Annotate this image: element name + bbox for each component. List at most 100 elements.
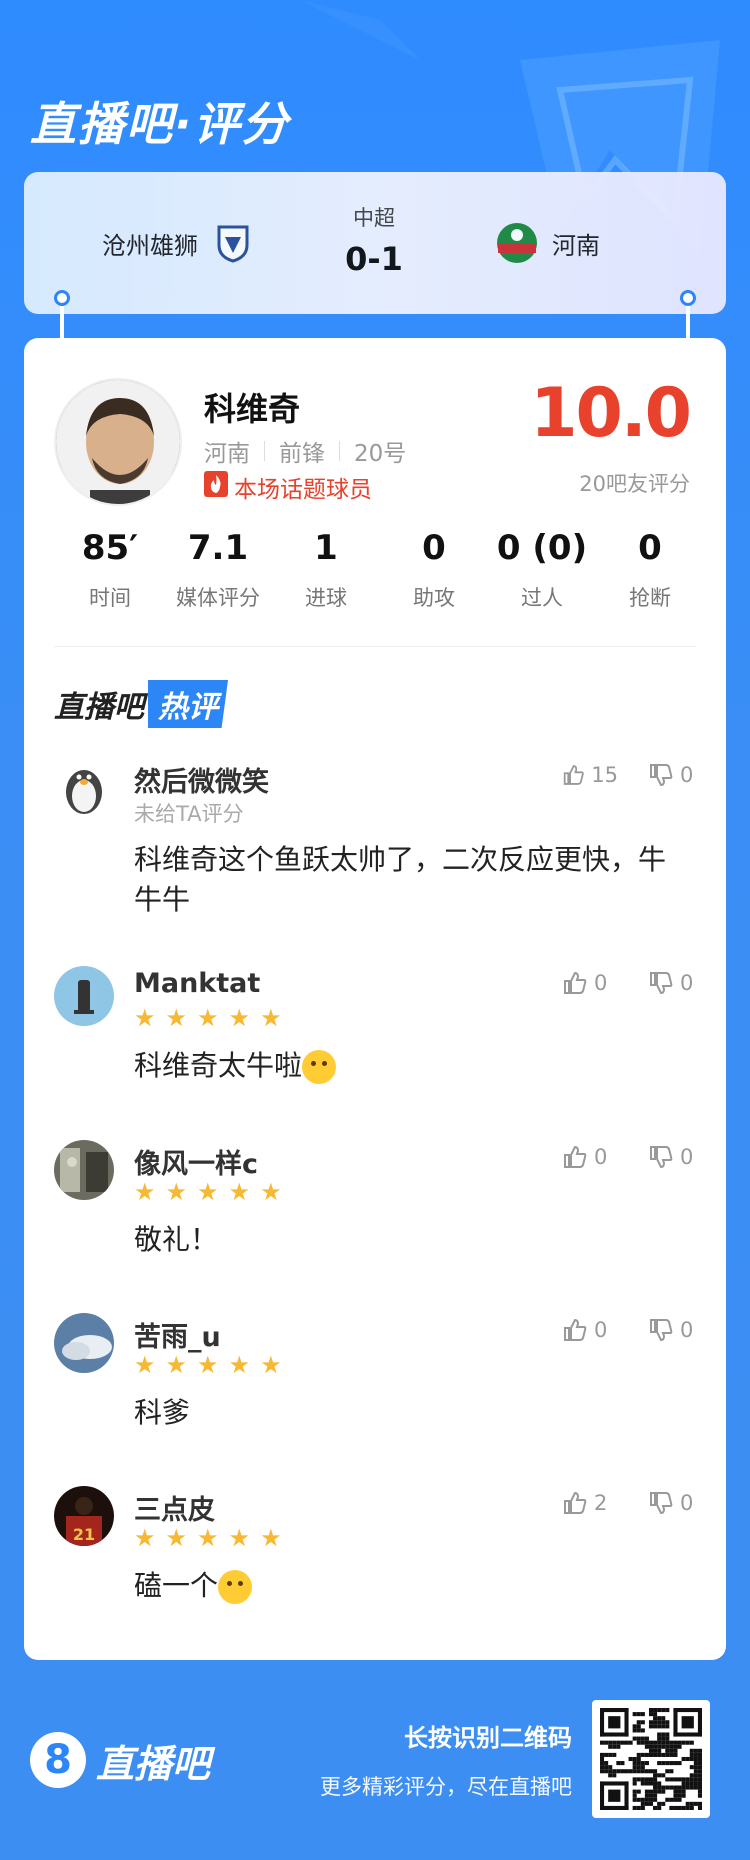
like-count: 0: [594, 1318, 608, 1342]
user-avatar[interactable]: [54, 966, 114, 1026]
comment-item: 像风一样c ★ ★ ★ ★ ★ 0 0 敬礼！: [54, 1140, 704, 1280]
thumbs-down-icon: [650, 1319, 673, 1342]
dislike-count: 0: [680, 1145, 694, 1169]
user-avatar[interactable]: 21: [54, 1486, 114, 1546]
thumbs-down-icon: [650, 1146, 673, 1169]
hot-comments-title: 直播吧 热评: [54, 680, 228, 728]
qr-subtext: 更多精彩评分，尽在直播吧: [320, 1775, 572, 1799]
comment-username[interactable]: 然后微微笑: [134, 760, 269, 799]
thinking-face-emoji-icon: [218, 1570, 253, 1604]
dislike-count: 0: [680, 971, 694, 995]
dislike-count: 0: [680, 1318, 694, 1342]
svg-text:21: 21: [73, 1525, 95, 1544]
like-button[interactable]: 0: [562, 1144, 618, 1170]
star-icon: ★: [165, 1524, 188, 1552]
star-icon: ★: [260, 1524, 282, 1552]
meta-separator: [339, 441, 340, 461]
stat-value: 0 (0): [496, 528, 588, 568]
stat-label: 过人: [521, 586, 563, 610]
comment-rating-status: 未给TA评分: [134, 802, 244, 826]
thumbs-up-icon: [564, 1145, 587, 1168]
thumbs-up-icon: [564, 1491, 587, 1514]
comment-username[interactable]: Manktat: [134, 968, 260, 999]
dislike-button[interactable]: 0: [648, 1317, 704, 1343]
star-icon: ★: [228, 1004, 251, 1032]
home-team-name: 沧州雄狮: [102, 231, 198, 260]
dislike-count: 0: [680, 763, 694, 787]
user-avatar[interactable]: [54, 1140, 114, 1200]
thumbs-up-icon: [564, 971, 587, 994]
star-icon: ★: [134, 1351, 156, 1379]
match-card[interactable]: 沧州雄狮 中超 0-1 河南: [24, 172, 726, 314]
player-rating-card: 科维奇 河南 前锋 20号 本场话题球员 10.0 20吧友评分 85′ 时间 7…: [24, 338, 726, 1660]
stat-media-rating: 7.1 媒体评分: [168, 528, 268, 612]
star-icon: ★: [134, 1524, 156, 1552]
stat-value: 1: [314, 528, 338, 568]
dislike-count: 0: [680, 1491, 694, 1515]
thumbs-up-icon: [564, 1318, 587, 1341]
user-avatar[interactable]: [54, 1313, 114, 1373]
star-icon: ★: [134, 1178, 156, 1206]
footer-cta: 长按识别二维码 更多精彩评分，尽在直播吧: [320, 1718, 572, 1801]
zhibo8-logo-icon: 8: [30, 1732, 86, 1788]
comment-username[interactable]: 苦雨_u: [134, 1315, 221, 1354]
player-meta: 河南 前锋 20号: [204, 434, 406, 468]
stat-label: 进球: [305, 586, 347, 610]
star-icon: ★: [165, 1178, 188, 1206]
fire-icon: [204, 471, 228, 503]
like-button[interactable]: 0: [562, 970, 618, 996]
comment-text: 敬礼！: [134, 1223, 219, 1256]
henan-crest-icon: [496, 222, 538, 264]
comment-username[interactable]: 三点皮: [134, 1488, 215, 1527]
dislike-button[interactable]: 0: [648, 970, 704, 996]
player-position: 前锋: [279, 441, 325, 467]
comment-text-row: 科维奇太牛啦: [134, 1046, 674, 1086]
star-icon: ★: [134, 1004, 156, 1032]
stat-value: 85′: [81, 528, 139, 568]
dislike-button[interactable]: 0: [648, 762, 704, 788]
player-number: 20号: [354, 441, 407, 467]
comment-item: 然后微微笑 未给TA评分 15 0 科维奇这个鱼跃太帅了，二次反应更快，牛牛牛: [54, 758, 704, 918]
thumbs-up-icon: [563, 765, 584, 785]
star-icon: ★: [260, 1351, 282, 1379]
comment-actions: 0 0: [562, 970, 704, 996]
like-button[interactable]: 0: [562, 1317, 618, 1343]
home-team: 沧州雄狮: [102, 172, 254, 314]
dislike-button[interactable]: 0: [648, 1144, 704, 1170]
stat-label: 助攻: [413, 586, 455, 610]
logo-text: 直播吧: [96, 1741, 211, 1786]
qr-code[interactable]: [592, 1700, 710, 1818]
player-rating: 10.0: [530, 374, 692, 453]
star-icon: ★: [228, 1178, 251, 1206]
comment-text: 科维奇这个鱼跃太帅了，二次反应更快，牛牛牛: [134, 843, 667, 916]
section-title-main: 直播吧: [54, 690, 144, 725]
comment-text-row: 磕一个: [134, 1566, 674, 1606]
star-icon: ★: [165, 1004, 188, 1032]
comment-actions: 2 0: [562, 1490, 704, 1516]
player-name: 科维奇: [204, 390, 301, 428]
footer-logo: 8 直播吧: [30, 1732, 210, 1788]
comment-username[interactable]: 像风一样c: [134, 1142, 258, 1181]
user-avatar[interactable]: [54, 758, 114, 818]
section-title-badge: 热评: [148, 680, 228, 728]
star-rating: ★ ★ ★ ★ ★: [134, 1353, 282, 1377]
thumbs-down-icon: [650, 1492, 673, 1515]
stat-minutes: 85′ 时间: [60, 528, 160, 612]
like-button[interactable]: 15: [562, 762, 618, 788]
stat-label: 时间: [89, 586, 131, 610]
player-stats: 85′ 时间 7.1 媒体评分 1 进球 0 助攻 0 (0) 过人 0 抢断: [60, 528, 700, 612]
like-count: 0: [594, 1145, 608, 1169]
star-icon: ★: [260, 1178, 282, 1206]
comment-actions: 15 0: [562, 762, 704, 788]
comment-text: 科维奇太牛啦: [134, 1049, 303, 1082]
star-icon: ★: [197, 1004, 219, 1032]
stat-dribbles: 0 (0) 过人: [492, 528, 592, 612]
like-button[interactable]: 2: [562, 1490, 618, 1516]
like-count: 0: [594, 971, 608, 995]
star-icon: ★: [197, 1524, 219, 1552]
comment-item: 苦雨_u ★ ★ ★ ★ ★ 0 0 科爹: [54, 1313, 704, 1453]
league-name: 中超: [353, 206, 395, 230]
dislike-button[interactable]: 0: [648, 1490, 704, 1516]
qr-code-icon: [600, 1708, 702, 1810]
stat-assists: 0 助攻: [384, 528, 484, 612]
